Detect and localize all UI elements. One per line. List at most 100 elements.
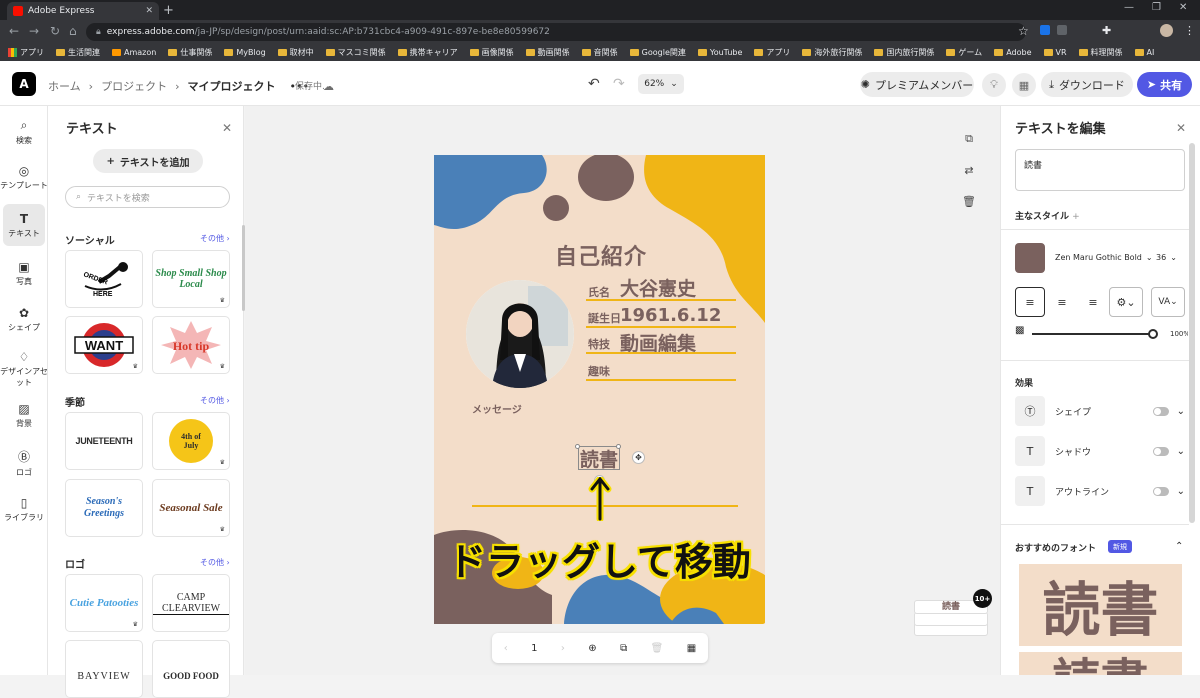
chevron-down-icon[interactable]: ⌄: [1177, 486, 1185, 497]
effect-row-shadow[interactable]: T シャドウ ⌄: [1015, 436, 1185, 466]
rail-item-shape[interactable]: ✿ シェイプ: [0, 306, 48, 333]
see-more-link[interactable]: その他 ›: [200, 233, 230, 244]
minimize-icon[interactable]: —: [1124, 2, 1134, 13]
rail-item-search[interactable]: ⌕ 検索: [0, 118, 48, 146]
opacity-slider-knob[interactable]: [1148, 329, 1158, 339]
rail-item-logo[interactable]: Ⓑ ロゴ: [0, 448, 48, 478]
chevron-up-icon[interactable]: ⌃: [1175, 541, 1183, 552]
bookmark-folder[interactable]: マスコミ関係: [325, 47, 386, 58]
close-icon[interactable]: ✕: [222, 121, 232, 135]
bookmark-folder[interactable]: ゲーム: [946, 47, 982, 58]
next-page-icon[interactable]: ›: [561, 643, 565, 654]
bookmark-folder[interactable]: 画像関係: [469, 47, 514, 58]
browser-tab[interactable]: Adobe Express ✕: [7, 2, 159, 20]
trash-icon[interactable]: 🗑︎: [957, 189, 981, 213]
breadcrumb-projects[interactable]: プロジェクト: [101, 78, 167, 94]
skill-label[interactable]: 特技: [588, 336, 610, 352]
url-field[interactable]: 🔒︎ express.adobe.com/ja-JP/sp/design/pos…: [86, 23, 1026, 41]
bookmark-folder[interactable]: Google関連: [629, 47, 686, 58]
bookmark-folder[interactable]: 海外旅行関係: [802, 47, 862, 58]
birth-value[interactable]: 1961.6.12: [620, 305, 721, 326]
name-value[interactable]: 大谷憲史: [620, 274, 696, 301]
duplicate-page-icon[interactable]: ⧉: [957, 127, 981, 151]
close-icon[interactable]: ✕: [1176, 121, 1186, 135]
align-center-button[interactable]: ≡: [1047, 287, 1077, 317]
text-template-card[interactable]: 4th of July ♛: [152, 412, 230, 470]
share-button[interactable]: ➤ 共有: [1137, 72, 1192, 97]
close-tab-icon[interactable]: ✕: [145, 6, 153, 16]
design-title[interactable]: 自己紹介: [555, 239, 647, 271]
browser-menu-icon[interactable]: ⋮: [1184, 24, 1195, 37]
back-icon[interactable]: ←: [9, 24, 19, 38]
bookmark-folder[interactable]: 動画関係: [525, 47, 570, 58]
lightbulb-icon[interactable]: 💡︎: [982, 73, 1006, 97]
new-tab-button[interactable]: +: [163, 3, 174, 18]
name-label[interactable]: 氏名: [588, 284, 610, 300]
home-icon[interactable]: ⌂: [69, 24, 77, 38]
add-page-icon[interactable]: ⊕: [588, 643, 596, 654]
plus-icon[interactable]: +: [1072, 212, 1080, 222]
delete-page-icon[interactable]: 🗑︎: [651, 643, 664, 654]
message-label[interactable]: メッセージ: [472, 401, 522, 416]
text-template-card[interactable]: ORDER HERE: [65, 250, 143, 308]
bookmark-folder[interactable]: YouTube: [697, 48, 742, 57]
see-more-link[interactable]: その他 ›: [200, 557, 230, 568]
outline-toggle[interactable]: [1152, 486, 1169, 496]
text-template-card[interactable]: BAYVIEW: [65, 640, 143, 698]
chevron-down-icon[interactable]: ⌄: [1177, 446, 1185, 457]
effect-row-shape[interactable]: Ⓣ シェイプ ⌄: [1015, 396, 1185, 426]
chevron-down-icon[interactable]: ⌄: [1177, 406, 1185, 417]
redo-button[interactable]: ↷: [613, 76, 625, 92]
bookmark-folder[interactable]: 音関係: [581, 47, 618, 58]
panel-scrollbar[interactable]: [1189, 143, 1195, 523]
rail-item-design-assets[interactable]: ♢ デザインアセット: [0, 350, 48, 388]
move-handle-icon[interactable]: ✥: [632, 451, 645, 464]
see-more-link[interactable]: その他 ›: [200, 395, 230, 406]
forward-icon[interactable]: →: [29, 24, 39, 38]
bookmark-folder[interactable]: 生活関連: [56, 47, 100, 58]
bookmark-folder[interactable]: 仕事関係: [168, 47, 212, 58]
bookmark-folder[interactable]: Adobe: [994, 48, 1032, 57]
prev-page-icon[interactable]: ‹: [504, 643, 508, 654]
letter-spacing-button[interactable]: VA⌄: [1151, 287, 1185, 317]
text-template-card[interactable]: WANT ♛: [65, 316, 143, 374]
rail-item-photo[interactable]: ▣ 写真: [0, 260, 48, 287]
close-window-icon[interactable]: ✕: [1179, 2, 1187, 13]
resize-handle[interactable]: [575, 444, 580, 449]
calendar-icon[interactable]: ▦: [1012, 73, 1036, 97]
rail-item-text[interactable]: T テキスト: [3, 204, 45, 246]
add-text-button[interactable]: + テキストを追加: [93, 149, 203, 173]
align-left-button[interactable]: ≡: [1015, 287, 1045, 317]
bookmark-folder[interactable]: 国内旅行関係: [874, 47, 934, 58]
rail-item-library[interactable]: ▯ ライブラリ: [0, 496, 48, 523]
rail-item-background[interactable]: ▨ 背景: [0, 402, 48, 429]
premium-member-button[interactable]: ✺ プレミアムメンバー: [860, 72, 974, 97]
maximize-icon[interactable]: ❐: [1152, 2, 1161, 13]
adobe-express-logo-icon[interactable]: A: [12, 72, 36, 96]
text-template-card[interactable]: Season's Greetings: [65, 479, 143, 537]
opacity-value[interactable]: 100%: [1170, 330, 1188, 338]
zoom-dropdown[interactable]: 62% ⌄: [638, 74, 684, 94]
font-preview-card[interactable]: 読書: [1019, 564, 1182, 646]
bookmark-folder[interactable]: アプリ: [754, 47, 790, 58]
bookmark-apps[interactable]: アプリ: [8, 47, 44, 58]
bookmark-amazon[interactable]: Amazon: [112, 48, 156, 57]
text-template-card[interactable]: JUNETEENTH: [65, 412, 143, 470]
selected-text-element[interactable]: 読書: [578, 446, 620, 471]
shadow-toggle[interactable]: [1152, 446, 1169, 456]
font-family-dropdown[interactable]: Zen Maru Gothic Bold ⌄: [1055, 253, 1153, 262]
rail-item-template[interactable]: ◎ テンプレート: [0, 164, 48, 191]
text-template-card[interactable]: GOOD FOOD: [152, 640, 230, 698]
extension-icon[interactable]: [1040, 25, 1050, 35]
text-spacing-button[interactable]: ⚙⌄: [1109, 287, 1143, 317]
text-color-swatch[interactable]: [1015, 243, 1045, 273]
effect-row-outline[interactable]: T アウトライン ⌄: [1015, 476, 1185, 506]
text-template-card[interactable]: Seasonal Sale ♛: [152, 479, 230, 537]
extension-icon[interactable]: [1057, 25, 1067, 35]
bookmark-folder[interactable]: 料理関係: [1078, 47, 1123, 58]
text-template-card[interactable]: Shop Small Shop Local ♛: [152, 250, 230, 308]
breadcrumb-my-project[interactable]: マイプロジェクト: [187, 78, 275, 94]
grid-view-icon[interactable]: ▦: [687, 643, 696, 654]
text-content-field[interactable]: 読書: [1015, 149, 1185, 191]
shape-toggle[interactable]: [1152, 406, 1169, 416]
